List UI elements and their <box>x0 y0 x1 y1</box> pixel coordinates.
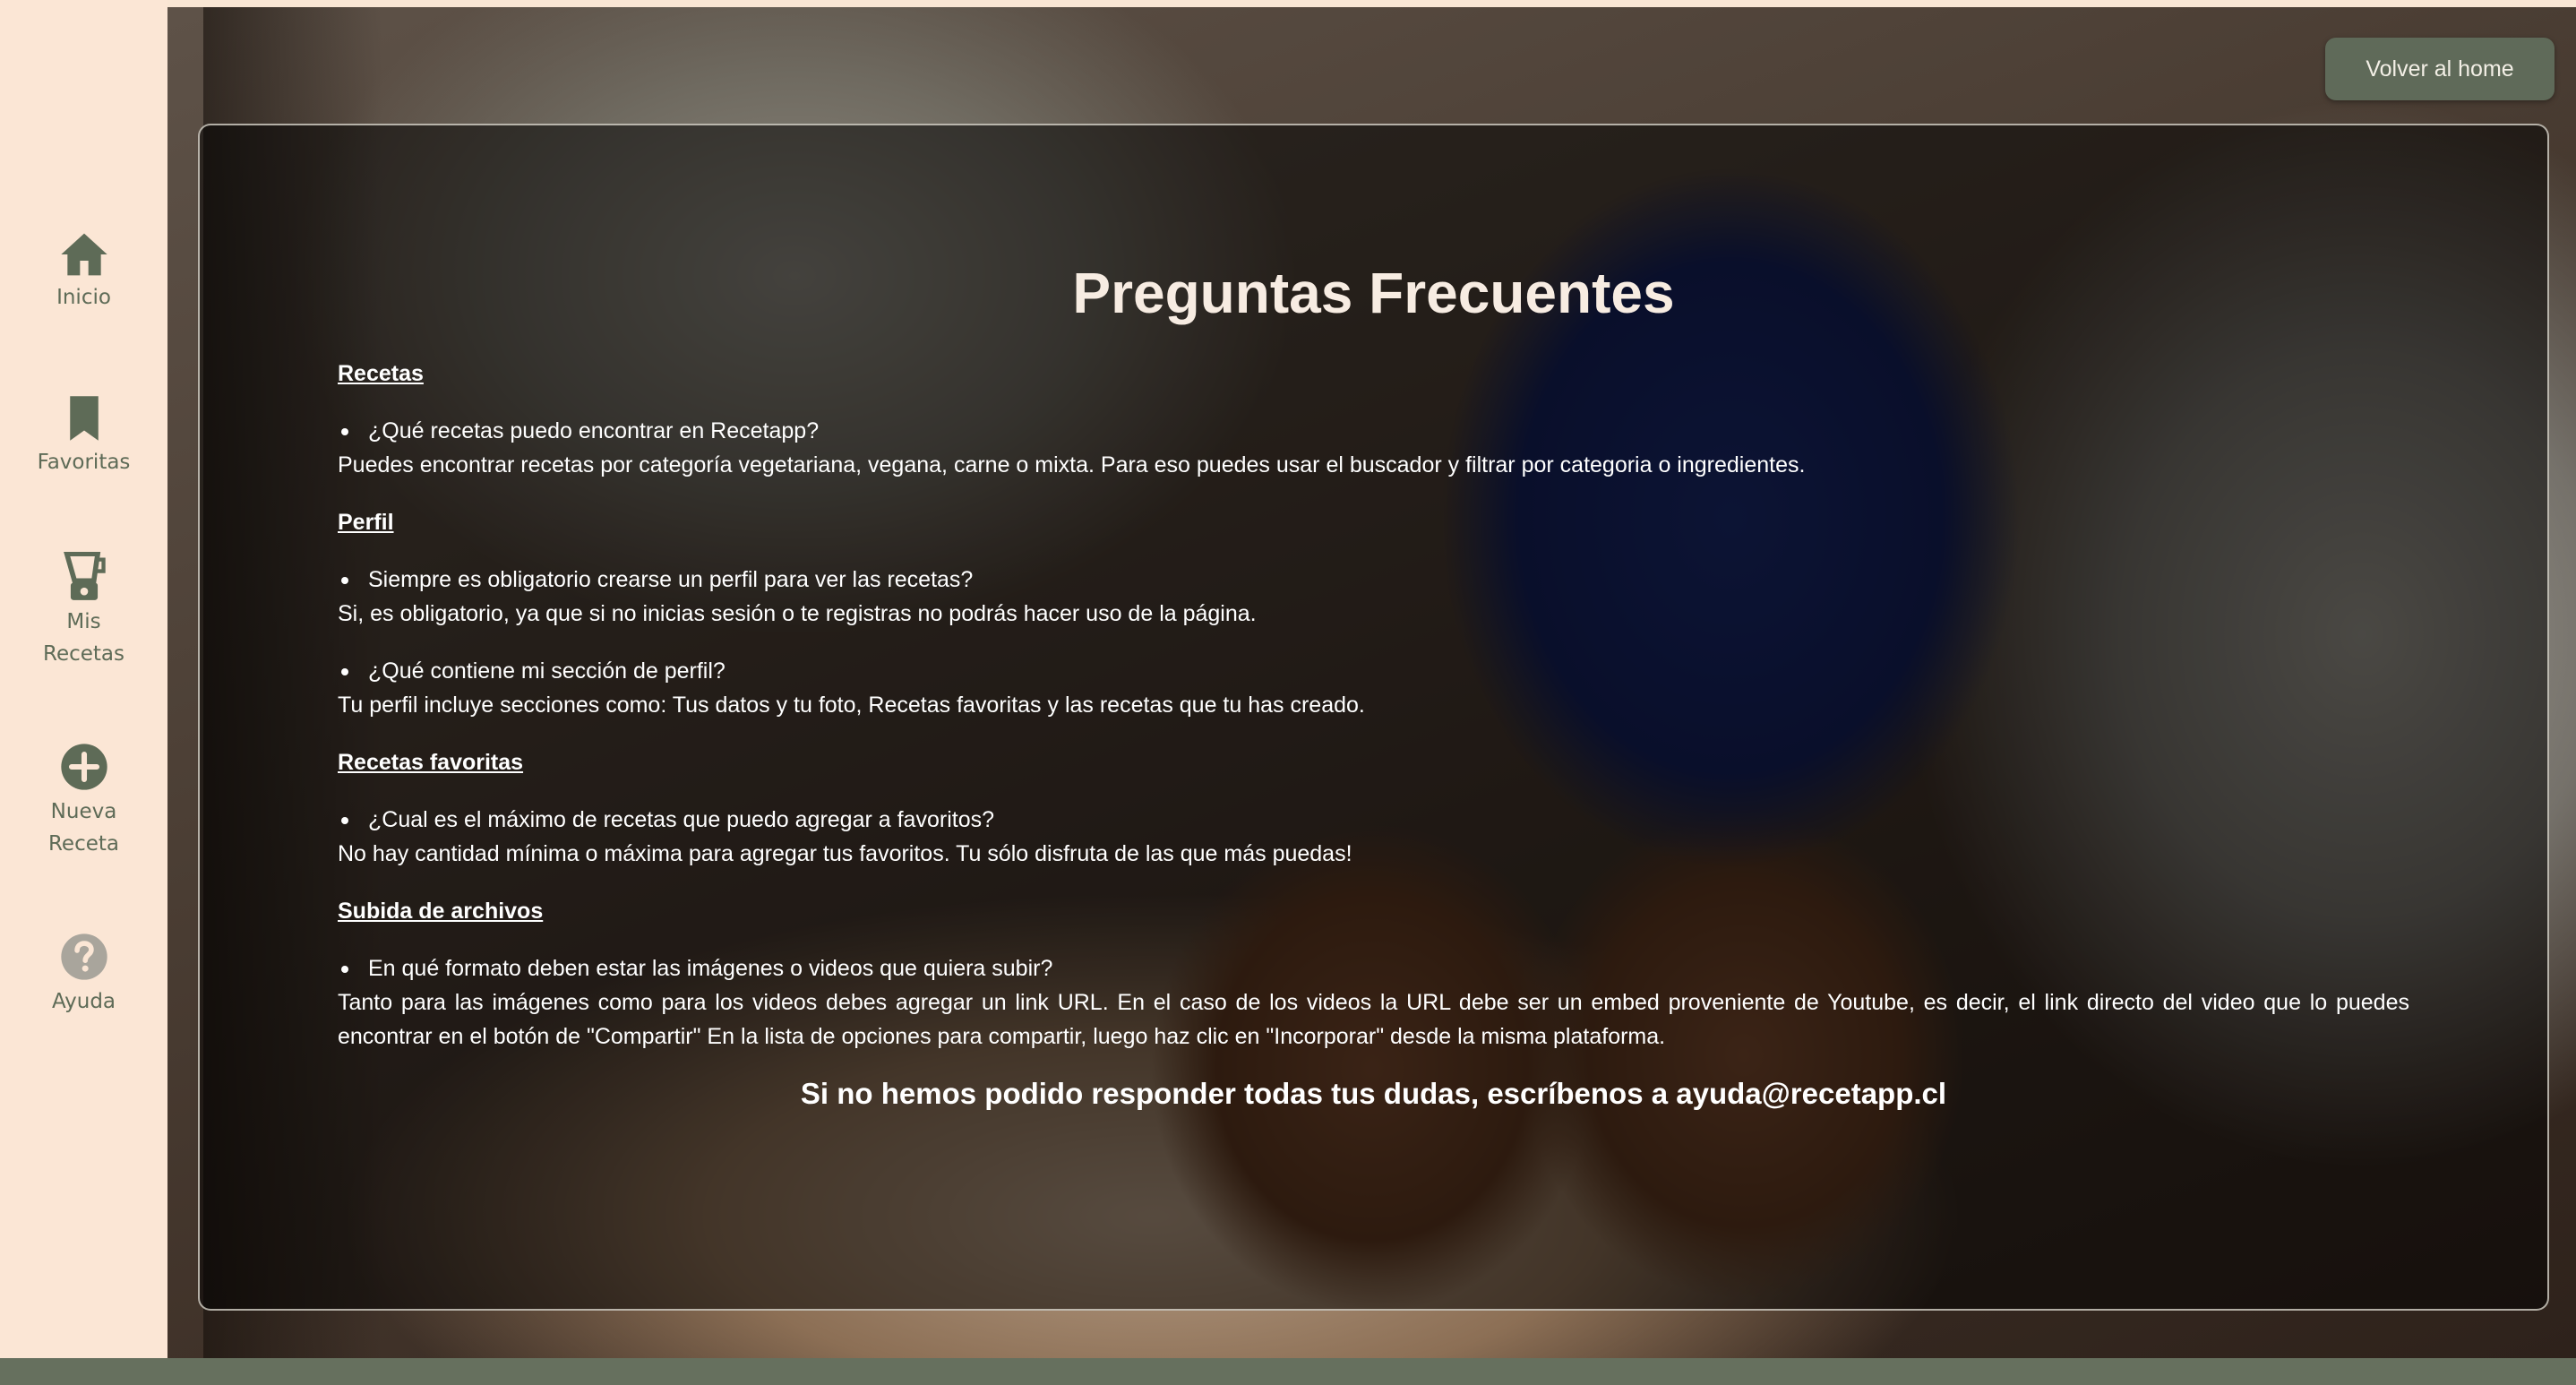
sidebar-item-label: Receta <box>47 832 119 856</box>
faq-answer: Tu perfil incluye secciones como: Tus da… <box>338 692 1365 718</box>
sidebar: Inicio Favoritas Mis Recetas Nueva Recet… <box>0 0 167 1358</box>
sidebar-item-nueva-receta[interactable]: Nueva Receta <box>0 742 167 860</box>
faq-answer: Puedes encontrar recetas por categoría v… <box>338 452 1806 477</box>
sidebar-item-label: Nueva <box>50 800 117 823</box>
sidebar-item-label: Favoritas <box>37 451 131 474</box>
back-home-button[interactable]: Volver al home <box>2325 38 2555 100</box>
faq-question: Siempre es obligatorio crearse un perfil… <box>338 563 2409 597</box>
faq-answer: Tanto para las imágenes como para los vi… <box>338 990 2409 1049</box>
home-icon <box>60 233 107 276</box>
faq-card: Preguntas Frecuentes Recetas ¿Qué receta… <box>198 124 2549 1311</box>
sidebar-item-favoritas[interactable]: Favoritas <box>0 394 167 478</box>
faq-page: Volver al home Preguntas Frecuentes Rece… <box>167 7 2576 1358</box>
section-heading-perfil: Perfil <box>338 510 394 535</box>
faq-item: Siempre es obligatorio crearse un perfil… <box>338 563 2409 631</box>
faq-item: ¿Cual es el máximo de recetas que puedo … <box>338 803 2409 871</box>
faq-question: ¿Qué recetas puedo encontrar en Recetapp… <box>338 414 2409 448</box>
faq-question: En qué formato deben estar las imágenes … <box>338 951 2409 985</box>
faq-question: ¿Cual es el máximo de recetas que puedo … <box>338 803 2409 837</box>
faq-item: En qué formato deben estar las imágenes … <box>338 951 2409 1054</box>
sidebar-item-label: Inicio <box>56 286 111 309</box>
section-heading-recetas: Recetas <box>338 361 424 386</box>
add-circle-icon <box>60 744 107 790</box>
help-circle-icon <box>60 933 107 980</box>
sidebar-item-label: Ayuda <box>51 990 116 1013</box>
contact-text: Si no hemos podido responder todas tus d… <box>800 1077 1947 1110</box>
page-title: Preguntas Frecuentes <box>1072 261 1675 325</box>
sidebar-item-mis-recetas[interactable]: Mis Recetas <box>0 552 167 670</box>
faq-item: ¿Qué recetas puedo encontrar en Recetapp… <box>338 414 2409 482</box>
bookmark-icon <box>69 396 99 441</box>
section-heading-recetas-favoritas: Recetas favoritas <box>338 750 524 775</box>
section-heading-subida-de-archivos: Subida de archivos <box>338 899 544 924</box>
sidebar-item-label: Mis <box>66 610 101 633</box>
faq-item: ¿Qué contiene mi sección de perfil? Tu p… <box>338 654 2409 722</box>
faq-answer: Si, es obligatorio, ya que si no inicias… <box>338 601 1257 626</box>
blender-icon <box>63 552 106 600</box>
faq-answer: No hay cantidad mínima o máxima para agr… <box>338 841 1352 866</box>
sidebar-item-label: Recetas <box>43 642 125 666</box>
sidebar-item-ayuda[interactable]: Ayuda <box>0 932 167 1018</box>
faq-question: ¿Qué contiene mi sección de perfil? <box>338 654 2409 688</box>
sidebar-item-inicio[interactable]: Inicio <box>0 231 167 314</box>
footer-bar <box>0 1358 2576 1385</box>
faq-content: Recetas ¿Qué recetas puedo encontrar en … <box>338 357 2409 1140</box>
